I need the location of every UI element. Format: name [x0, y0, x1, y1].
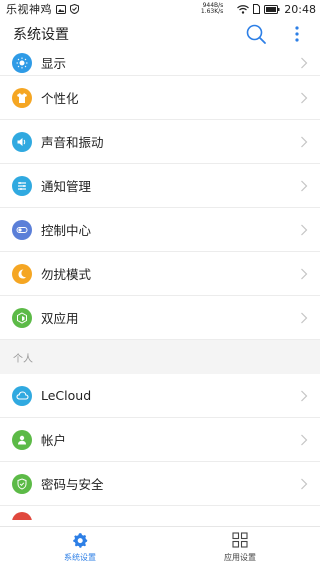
settings-item-notifications[interactable]: 通知管理: [0, 164, 320, 208]
settings-item-label: 勿扰模式: [41, 267, 92, 282]
settings-item-label: 控制中心: [41, 223, 92, 238]
status-bar: 乐视神鸡 944B/s 1.63K/s 20:48: [0, 0, 320, 18]
gear-icon: [73, 533, 88, 548]
nav-system-settings[interactable]: 系统设置: [0, 527, 160, 568]
settings-item-account[interactable]: 帐户: [0, 418, 320, 462]
chevron-right-icon: [301, 224, 308, 235]
account-icon: [12, 429, 32, 450]
sim-icon: [253, 4, 261, 14]
settings-item-lecloud[interactable]: LeCloud: [0, 374, 320, 418]
chevron-right-icon: [301, 434, 308, 445]
control-center-icon: [12, 219, 32, 240]
chevron-right-icon: [301, 57, 308, 68]
net-speed-up: 1.63K/s: [200, 8, 224, 15]
image-notification-icon: [56, 4, 66, 14]
chevron-right-icon: [301, 92, 308, 103]
display-icon: [12, 53, 32, 73]
chevron-right-icon: [301, 268, 308, 279]
chevron-right-icon: [301, 180, 308, 191]
settings-item-label: 双应用: [41, 311, 79, 326]
sound-icon: [12, 131, 32, 152]
personalize-icon: [12, 87, 32, 108]
settings-item-label: 个性化: [41, 91, 79, 106]
settings-item-personalize[interactable]: 个性化: [0, 76, 320, 120]
status-app-name: 乐视神鸡: [6, 3, 52, 16]
more-options-icon[interactable]: [290, 24, 304, 44]
settings-list: 显示 个性化 声音和振动 通知管理 控制中心 勿扰模式 双应用 个人 LeClo…: [0, 50, 320, 520]
wifi-icon: [237, 4, 250, 14]
nav-app-settings-label: 应用设置: [224, 553, 256, 562]
screen: 乐视神鸡 944B/s 1.63K/s 20:48 系统设置 显示 个性化 声音…: [0, 0, 320, 568]
settings-item-label: 显示: [41, 56, 67, 71]
network-speed: 944B/s 1.63K/s: [201, 3, 223, 15]
settings-item-sound[interactable]: 声音和振动: [0, 120, 320, 164]
shield-notification-icon: [70, 4, 79, 14]
apps-grid-icon: [232, 532, 248, 548]
partial-item-icon: [12, 512, 32, 520]
security-icon: [12, 473, 32, 494]
cloud-icon: [12, 385, 32, 406]
battery-icon: [264, 4, 280, 14]
do-not-disturb-icon: [12, 263, 32, 284]
app-bar: 系统设置: [0, 18, 320, 50]
chevron-right-icon: [301, 390, 308, 401]
settings-item-control-center[interactable]: 控制中心: [0, 208, 320, 252]
settings-item-label: 密码与安全: [41, 477, 104, 492]
notification-icon: [12, 175, 32, 196]
chevron-right-icon: [301, 136, 308, 147]
settings-item-security[interactable]: 密码与安全: [0, 462, 320, 506]
chevron-right-icon: [301, 478, 308, 489]
dual-app-icon: [12, 307, 32, 328]
status-time: 20:48: [284, 2, 316, 16]
settings-item-label: 帐户: [41, 433, 67, 448]
search-icon[interactable]: [245, 23, 267, 45]
settings-item-partial[interactable]: [0, 506, 320, 520]
nav-app-settings[interactable]: 应用设置: [160, 527, 320, 568]
settings-item-do-not-disturb[interactable]: 勿扰模式: [0, 252, 320, 296]
page-title: 系统设置: [13, 27, 69, 43]
settings-item-display[interactable]: 显示: [0, 50, 320, 76]
settings-item-dual-app[interactable]: 双应用: [0, 296, 320, 340]
status-right: 944B/s 1.63K/s 20:48: [201, 3, 316, 16]
nav-system-settings-label: 系统设置: [64, 553, 96, 562]
settings-item-label: 通知管理: [41, 179, 92, 194]
bottom-nav: 系统设置 应用设置: [0, 526, 320, 568]
settings-item-label: 声音和振动: [41, 135, 104, 150]
settings-item-label: LeCloud: [41, 388, 92, 403]
chevron-right-icon: [301, 312, 308, 323]
section-header-personal: 个人: [0, 340, 320, 374]
